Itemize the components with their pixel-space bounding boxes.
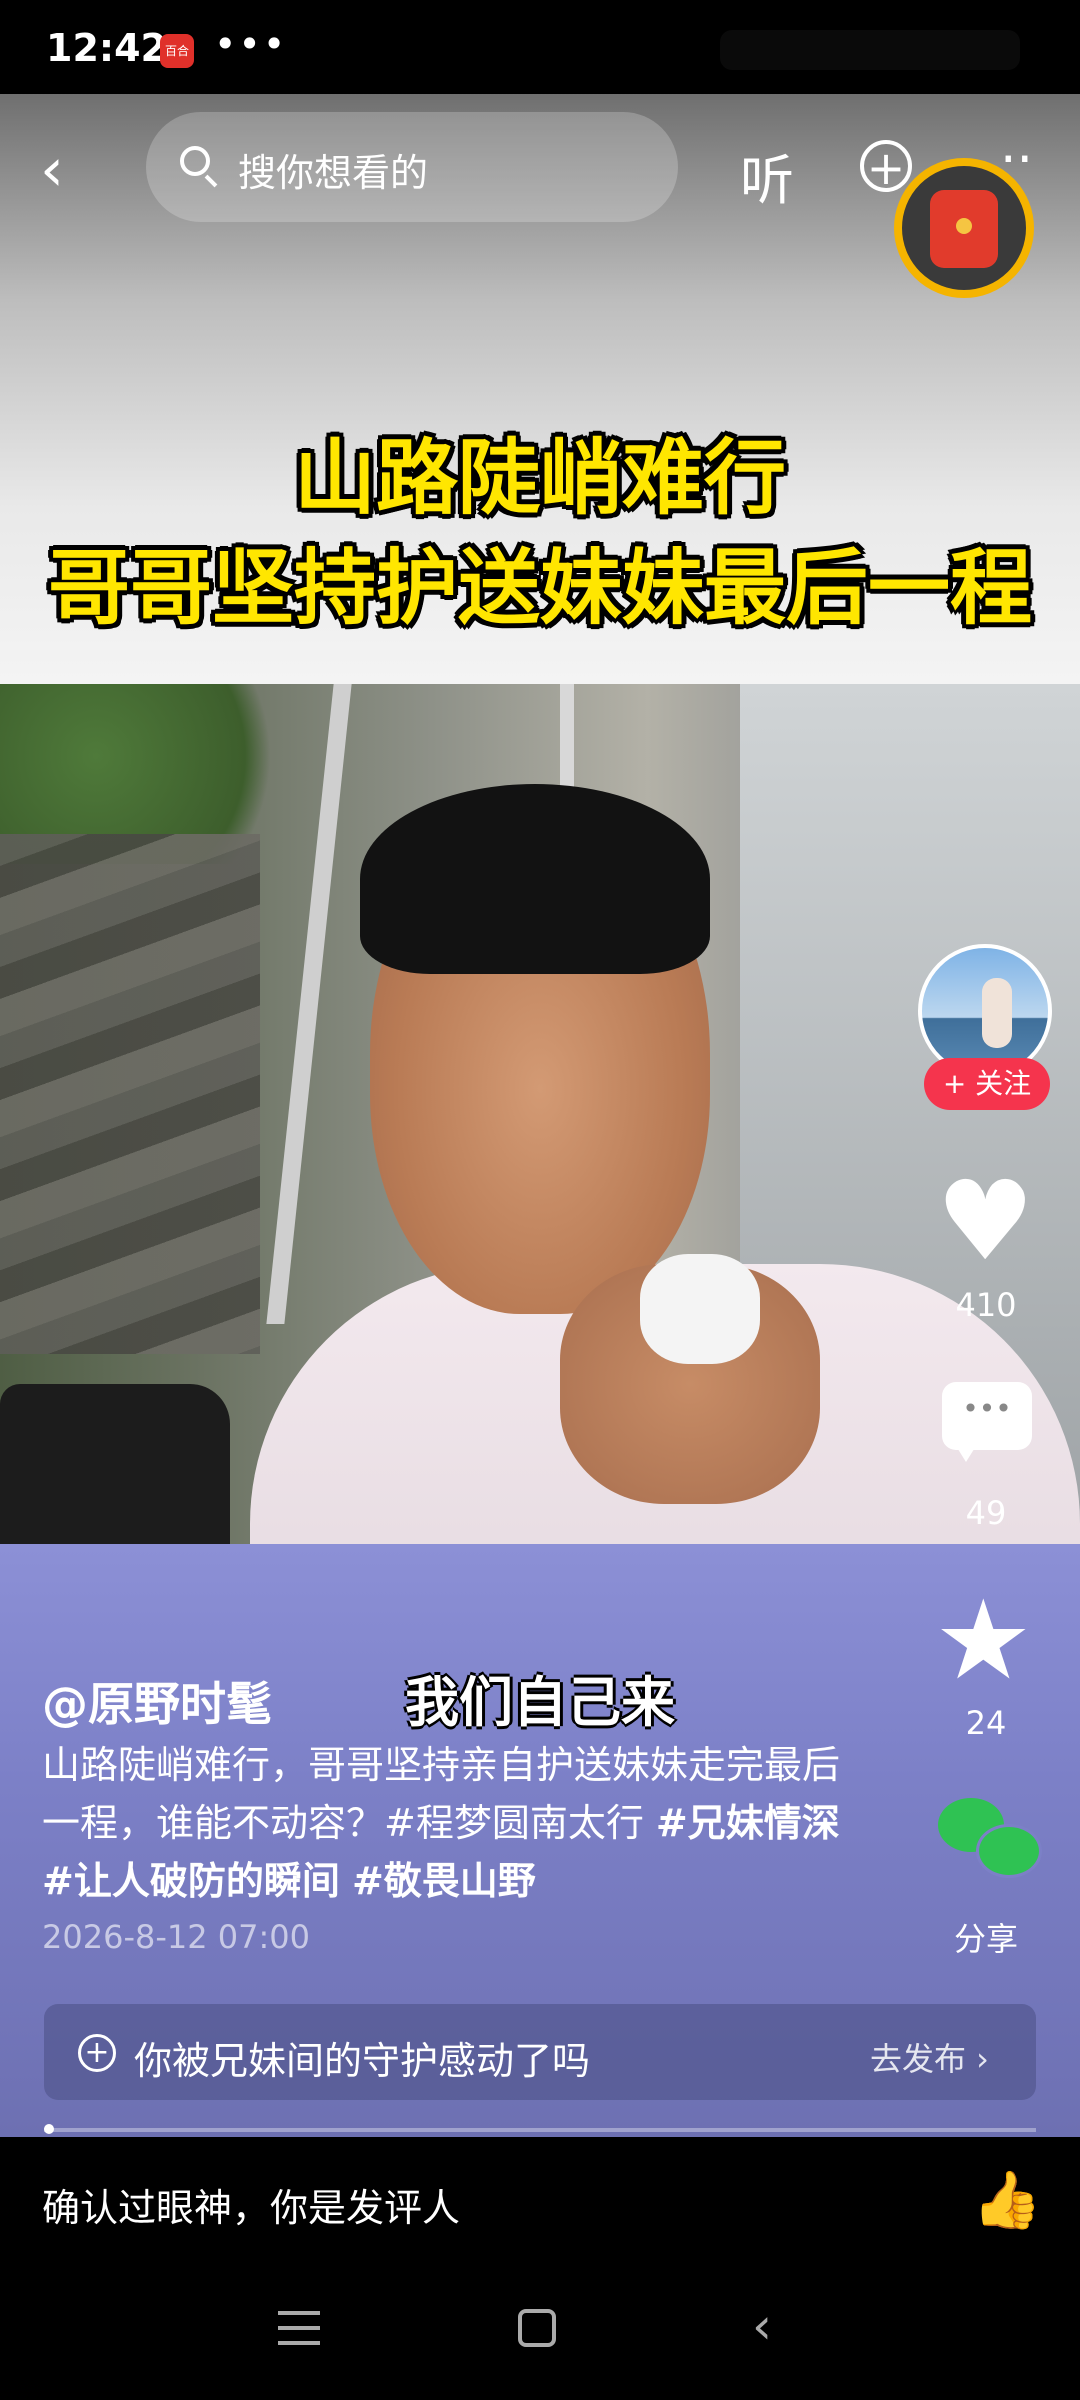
progress-knob[interactable] [44,2124,54,2134]
tissue [640,1254,760,1364]
post-description: 山路陡峭难行，哥哥坚持亲自护送妹妹走完最后一程，谁能不动容？#程梦圆南太行 #兄… [42,1736,862,1910]
video-scene [0,684,1080,1564]
hashtag[interactable]: #兄妹情深 [656,1801,840,1845]
headline-line-2: 哥哥坚持护送妹妹最后一程 [47,541,1032,636]
plus-circle-icon[interactable]: + [860,140,912,192]
comment-count: 49 [965,1494,1007,1532]
comment-icon[interactable] [942,1382,1032,1450]
status-time: 12:42 [46,26,167,70]
comment-icon-tail [956,1446,976,1462]
status-icons [720,30,1020,70]
comment-input-placeholder[interactable]: 确认过眼神，你是发评人 [42,2177,460,2232]
post-date: 2026-8-12 07:00 [42,1918,310,1956]
back-button[interactable]: ‹ [40,140,84,200]
home-icon[interactable] [518,2309,556,2347]
topic-prompt-text: 你被兄妹间的守护感动了吗 [134,2039,591,2083]
thumbs-up-emoji-icon[interactable]: 👍 [972,2167,1042,2233]
more-notifications-icon: ••• [214,22,288,66]
follow-button[interactable]: + 关注 [924,1058,1050,1110]
app-notification-icon: 百合 [160,34,194,68]
video-progress-bar[interactable] [44,2124,1036,2134]
person-hair [360,784,710,974]
search-input[interactable]: 搜你想看的 [146,112,678,222]
comment-input-bar[interactable]: 确认过眼神，你是发评人 😂 😆 👍 [0,2137,1080,2267]
hashtag[interactable]: #让人破防的瞬间 [42,1859,340,1903]
author-name[interactable]: @原野时髦 [42,1668,272,1734]
avatar-figure [982,978,1012,1048]
search-placeholder: 搜你想看的 [238,151,429,195]
plus-circle-icon: + [78,2034,116,2072]
topic-prompt-bar[interactable]: + 你被兄妹间的守护感动了吗 去发布 › [44,2004,1036,2100]
scene-rock-wall [0,834,260,1354]
red-packet-button[interactable] [894,158,1034,298]
scene-bag [0,1384,230,1544]
back-icon[interactable]: ‹ [752,2297,772,2355]
headline-line-1: 山路陡峭难行 [293,431,786,526]
laughing-tears-emoji-icon[interactable]: 😂 [752,2167,817,2232]
system-nav-bar: ‹ [0,2267,1080,2400]
wechat-share-icon[interactable] [938,1798,1042,1882]
menu-icon[interactable] [278,2311,320,2345]
like-count: 410 [955,1286,1017,1324]
listen-button[interactable]: 听 [740,136,794,215]
publish-link[interactable]: 去发布 › [870,2034,989,2080]
hashtag[interactable]: #敬畏山野 [352,1859,536,1903]
wechat-bubble-2 [976,1824,1042,1878]
heart-icon[interactable]: ♥ [936,1166,1035,1276]
red-packet-icon [930,190,998,268]
share-label: 分享 [953,1920,1018,1958]
search-icon [180,146,210,176]
grinning-emoji-icon[interactable]: 😆 [862,2167,920,2232]
status-bar: 12:42 百合 ••• [0,0,1080,94]
video-headline: 山路陡峭难行 哥哥坚持护送妹妹最后一程 [0,424,1080,644]
